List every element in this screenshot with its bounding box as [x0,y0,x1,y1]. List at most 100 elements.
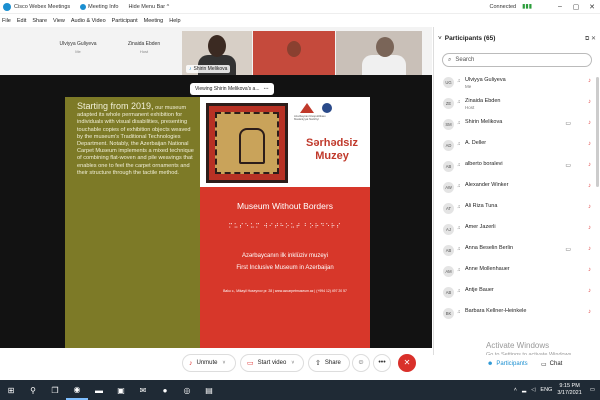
viewing-banner[interactable]: Viewing Shirin Melikova's a... ⋯ [190,83,274,95]
microphone-muted-icon[interactable]: ♪ [588,288,591,294]
microphone-muted-icon[interactable]: ♪ [588,204,591,210]
video-strip: Ulviyya Guliyeva Me Zinaida Ebden Host ♪… [0,27,432,75]
microphone-muted-icon[interactable]: ♪ [588,309,591,315]
chevron-down-icon[interactable]: ˅ [291,360,294,366]
participant-name: alberto boralevi [465,161,503,167]
microphone-muted-icon[interactable]: ♪ [588,267,591,273]
microphone-muted-icon[interactable]: ♪ [588,246,591,252]
ministry-logo-icon [300,103,314,113]
popout-icon[interactable]: ⧉ [585,36,589,42]
photos-icon[interactable]: ▤ [198,380,220,400]
participant-row[interactable]: AB ♫ alberto boralevi ▭ ♪ [434,157,600,178]
network-icon[interactable]: ▂ [522,387,526,393]
meeting-controls: ♪ Unmute ˅ ▭ Start video ˅ ⇧ Share ☺ •••… [0,348,432,380]
participant-row[interactable]: AB ♫ Antje Bauer ♪ [434,283,600,304]
edge-icon[interactable]: ◉ [66,380,88,400]
tray-chevron-up-icon[interactable]: ˄ [514,387,517,393]
poster-title: Sərhədsiz Muzey [306,137,358,162]
search-input[interactable]: ⌕ Search [442,53,592,67]
scrollbar[interactable] [596,77,599,187]
chat-tab[interactable]: ▭ Chat [541,359,562,369]
microphone-muted-icon[interactable]: ♪ [588,183,591,189]
participant-row[interactable]: AT ♫ Ali Riza Tuna ♪ [434,199,600,220]
audio-icon: ♫ [457,309,461,315]
participant-thumbnail[interactable]: Zinaida Ebden Host [114,33,174,67]
participant-name: Antje Bauer [465,287,494,293]
microphone-muted-icon[interactable]: ♪ [588,225,591,231]
participant-video-tile[interactable]: ♪ Shirin Melikova [182,31,252,75]
close-button[interactable]: ✕ [584,3,600,11]
hide-menu-bar-button[interactable]: Hide Menu Bar ^ [128,4,169,10]
participant-name: A. Deller [465,140,487,146]
webex-logo-icon [3,2,11,11]
participant-video-tile[interactable] [336,31,422,75]
menu-share[interactable]: Share [32,18,47,24]
participant-row[interactable]: ZE ♫ Zinaida Ebden Host ♪ [434,94,600,115]
participant-role: Host [465,105,475,110]
start-video-button[interactable]: ▭ Start video ˅ [240,354,304,372]
menu-meeting[interactable]: Meeting [144,18,164,24]
avatar: SM [443,119,454,130]
menu-file[interactable]: File [2,18,11,24]
meeting-info-button[interactable]: Meeting Info [88,4,118,10]
slide-text: Starting from 2019, our museum adapted i… [77,101,194,176]
chevron-down-icon[interactable]: ˅ [438,35,442,42]
participant-row[interactable]: AJ ♫ Amer Jazerli ♪ [434,220,600,241]
info-icon[interactable] [80,3,87,10]
participant-video-tile[interactable] [253,31,335,75]
participant-row[interactable]: AM ♫ Anne Mollenhauer ♪ [434,262,600,283]
avatar: AT [443,203,454,214]
webex-icon[interactable]: ● [154,380,176,400]
people-icon: ☻ [487,361,494,367]
more-options-icon[interactable]: ⋯ [264,86,269,92]
menu-help[interactable]: Help [169,18,180,24]
notification-icon[interactable]: ▭ [590,387,595,393]
language-indicator[interactable]: ENG [540,387,552,393]
maximize-button[interactable]: ▢ [568,3,584,11]
task-view-icon[interactable]: ❐ [44,380,66,400]
camera-icon: ▭ [565,247,571,253]
file-explorer-icon[interactable]: ▬ [88,380,110,400]
microphone-muted-icon[interactable]: ♪ [588,162,591,168]
camera-off-icon: ▭ [247,360,254,367]
microphone-muted-icon[interactable]: ♪ [588,78,591,84]
mail-icon[interactable]: ✉ [132,380,154,400]
participant-name: Shirin Melikova [465,119,503,125]
volume-icon[interactable]: ◁ [531,387,535,393]
carpet-image [206,103,288,183]
search-icon[interactable]: ⚲ [22,380,44,400]
store-icon[interactable]: ▣ [110,380,132,400]
leave-meeting-button[interactable]: ✕ [398,354,416,372]
chrome-icon[interactable]: ◎ [176,380,198,400]
participant-row[interactable]: AD ♫ A. Deller ♪ [434,136,600,157]
participant-row[interactable]: BK ♫ Barbara Kellner-Heinkele ♪ [434,304,600,325]
start-button[interactable]: ⊞ [0,380,22,400]
camera-icon: ▭ [565,163,571,169]
menu-bar: File Edit Share View Audio & Video Parti… [0,14,600,27]
microphone-muted-icon[interactable]: ♪ [588,120,591,126]
participant-row[interactable]: AW ♫ Alexander Winker ♪ [434,178,600,199]
participant-row[interactable]: AB ♫ Anna Beselin Berlin ▭ ♪ [434,241,600,262]
chevron-down-icon[interactable]: ˅ [223,360,226,366]
close-icon[interactable]: ✕ [591,36,596,42]
participant-row[interactable]: SM ♫ Shirin Melikova ▭ ♪ [434,115,600,136]
minimize-button[interactable]: – [552,3,568,10]
avatar: AB [443,245,454,256]
microphone-muted-icon[interactable]: ♪ [588,141,591,147]
menu-edit[interactable]: Edit [17,18,26,24]
clock[interactable]: 9:15 PM 3/17/2021 [557,383,581,397]
panel-tabs: ☻ Participants ▭ Chat [433,355,600,380]
menu-audio-video[interactable]: Audio & Video [71,18,106,24]
reactions-button[interactable]: ☺ [352,354,370,372]
menu-participant[interactable]: Participant [112,18,138,24]
share-button[interactable]: ⇧ Share [308,354,350,372]
participant-row[interactable]: UG ♫ Ulviyya Guliyeva Me ♪ [434,73,600,94]
participants-tab[interactable]: ☻ Participants [487,359,528,369]
more-button[interactable]: ••• [373,354,391,372]
app-title: Cisco Webex Meetings [14,3,71,10]
unmute-button[interactable]: ♪ Unmute ˅ [182,354,236,372]
search-icon: ⌕ [448,56,452,63]
menu-view[interactable]: View [53,18,65,24]
participant-thumbnail[interactable]: Ulviyya Guliyeva Me [48,33,108,67]
microphone-muted-icon[interactable]: ♪ [588,99,591,105]
